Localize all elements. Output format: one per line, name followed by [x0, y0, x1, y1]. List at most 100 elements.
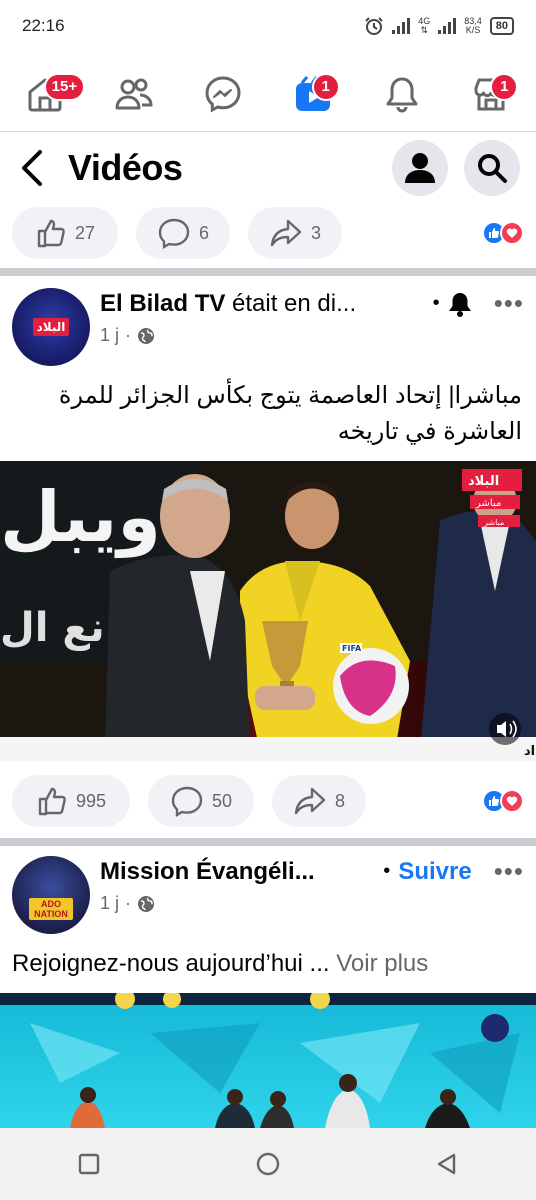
svg-text:FIFA: FIFA	[342, 644, 362, 653]
search-icon	[478, 154, 507, 183]
page-title: Vidéos	[68, 147, 183, 188]
signal-icon	[392, 18, 411, 34]
battery-indicator: 80	[489, 17, 514, 35]
video-channel-logo: البلاد	[468, 474, 499, 489]
nav-video[interactable]: 1	[286, 67, 340, 121]
post-meta: El Bilad TV était en di... • ••• 1 j ·	[100, 288, 524, 346]
video-player-2[interactable]	[0, 993, 536, 1128]
post-el-bilad: البلاد El Bilad TV était en di... • ••• …	[0, 276, 536, 450]
post-text: Rejoignez-nous aujourd’hui ... Voir plus	[0, 946, 536, 982]
love-reaction-icon	[500, 789, 524, 813]
globe-icon	[138, 327, 155, 344]
search-button[interactable]	[464, 140, 520, 196]
post1-actions: 995 50 8	[0, 774, 536, 828]
post-time: 1 j	[100, 325, 120, 345]
top-nav: 15+ 1 1	[0, 56, 536, 132]
post-author[interactable]: El Bilad TV	[100, 290, 225, 317]
video-live-label: مباشر	[475, 498, 501, 509]
dot-separator: ·	[125, 325, 132, 345]
more-options-icon[interactable]: •••	[494, 856, 524, 887]
more-options-icon[interactable]: •••	[494, 288, 524, 319]
network-indicator: 4G ⇅	[418, 17, 430, 35]
see-more-link[interactable]: Voir plus	[336, 950, 428, 977]
post-time: 1 j	[100, 893, 120, 913]
share-icon	[294, 787, 326, 815]
alarm-icon	[365, 17, 383, 35]
like-count: 27	[74, 222, 96, 243]
comment-button[interactable]: 50	[148, 775, 254, 827]
home-badge: 15+	[43, 72, 86, 101]
page-avatar[interactable]: ADO NATION	[12, 856, 90, 934]
share-button[interactable]: 8	[272, 775, 366, 827]
post-mission: ADO NATION Mission Évangéli... • Suivre …	[0, 846, 536, 982]
channel-logo: البلاد	[32, 318, 70, 336]
post-time-row: 1 j ·	[100, 893, 524, 914]
share-icon	[270, 219, 302, 247]
video-live-sub: مباشر	[483, 518, 504, 527]
comment-button[interactable]: 6	[136, 207, 230, 259]
like-button[interactable]: 995	[12, 775, 130, 827]
post-meta: Mission Évangéli... • Suivre ••• 1 j ·	[100, 856, 524, 914]
dot-separator: ·	[125, 893, 132, 913]
nav-friends[interactable]	[107, 67, 161, 121]
back-arrow-icon[interactable]	[16, 148, 50, 188]
friends-icon	[115, 78, 153, 109]
home-button-icon[interactable]	[254, 1150, 282, 1178]
nav-notifications[interactable]	[375, 67, 429, 121]
follow-button[interactable]: Suivre	[398, 858, 471, 886]
comment-count: 50	[211, 790, 233, 811]
post-time-row: 1 j ·	[100, 325, 524, 346]
post-author-line: Mission Évangéli...	[100, 857, 375, 887]
status-time: 22:16	[22, 16, 65, 35]
status-icons: 4G ⇅ 83,4 K/S 80	[364, 16, 514, 36]
android-nav-bar	[0, 1128, 536, 1200]
feed-divider	[0, 268, 536, 276]
video-badge: 1	[311, 72, 340, 101]
post-status: était en di...	[225, 289, 357, 317]
nav-home[interactable]: 15+	[18, 67, 86, 121]
comment-icon	[171, 786, 203, 817]
profile-button[interactable]	[392, 140, 448, 196]
video-frame: ويبل نع ال FIFA البلاد مباشر مباشر 1	[0, 461, 536, 761]
back-icon[interactable]	[434, 1151, 460, 1177]
avatar-text: ADO NATION	[29, 898, 73, 920]
reaction-summary[interactable]	[482, 789, 524, 813]
notification-bell-icon[interactable]	[446, 290, 474, 318]
post-body: Rejoignez-nous aujourd’hui ...	[12, 950, 330, 977]
nav-marketplace[interactable]: 1	[464, 67, 519, 121]
svg-text:ويبل: ويبل	[0, 476, 161, 558]
like-count: 995	[75, 790, 107, 811]
nav-messenger[interactable]	[196, 67, 250, 121]
globe-icon	[138, 895, 155, 912]
video-caption: 1-2 يحدث الآن مة جاء بعد فوزه في النهائي…	[524, 742, 536, 759]
svg-text:نع ال: نع ال	[0, 605, 105, 651]
videos-header: Vidéos	[0, 134, 536, 202]
data-speed: 83,4 K/S	[464, 17, 482, 35]
post-author-line: El Bilad TV était en di...	[100, 289, 427, 319]
page-avatar[interactable]: البلاد	[12, 288, 90, 366]
network-arrows-icon: ⇅	[420, 25, 428, 35]
marketplace-badge: 1	[490, 72, 519, 101]
like-button[interactable]: 27	[12, 207, 118, 259]
thumbs-up-icon	[38, 787, 66, 816]
bell-icon	[386, 77, 418, 112]
video-frame-2	[0, 993, 536, 1128]
thumbs-up-icon	[37, 219, 65, 248]
love-reaction-icon	[500, 221, 524, 245]
post-header: البلاد El Bilad TV était en di... • ••• …	[0, 276, 536, 366]
messenger-icon	[205, 75, 241, 113]
speed-unit: K/S	[465, 25, 481, 35]
video-player[interactable]: ويبل نع ال FIFA البلاد مباشر مباشر 1	[0, 461, 536, 761]
person-icon	[405, 153, 435, 183]
comment-count: 6	[198, 222, 209, 243]
share-button[interactable]: 3	[248, 207, 342, 259]
prev-post-actions: 27 6 3	[0, 206, 536, 260]
recents-icon[interactable]	[76, 1151, 102, 1177]
signal-icon-2	[438, 18, 457, 34]
reaction-summary[interactable]	[482, 221, 524, 245]
comment-icon	[158, 218, 190, 249]
post-author[interactable]: Mission Évangéli...	[100, 858, 315, 885]
dot-separator: •	[383, 860, 391, 882]
post-header: ADO NATION Mission Évangéli... • Suivre …	[0, 846, 536, 934]
dot-separator: •	[432, 292, 440, 314]
